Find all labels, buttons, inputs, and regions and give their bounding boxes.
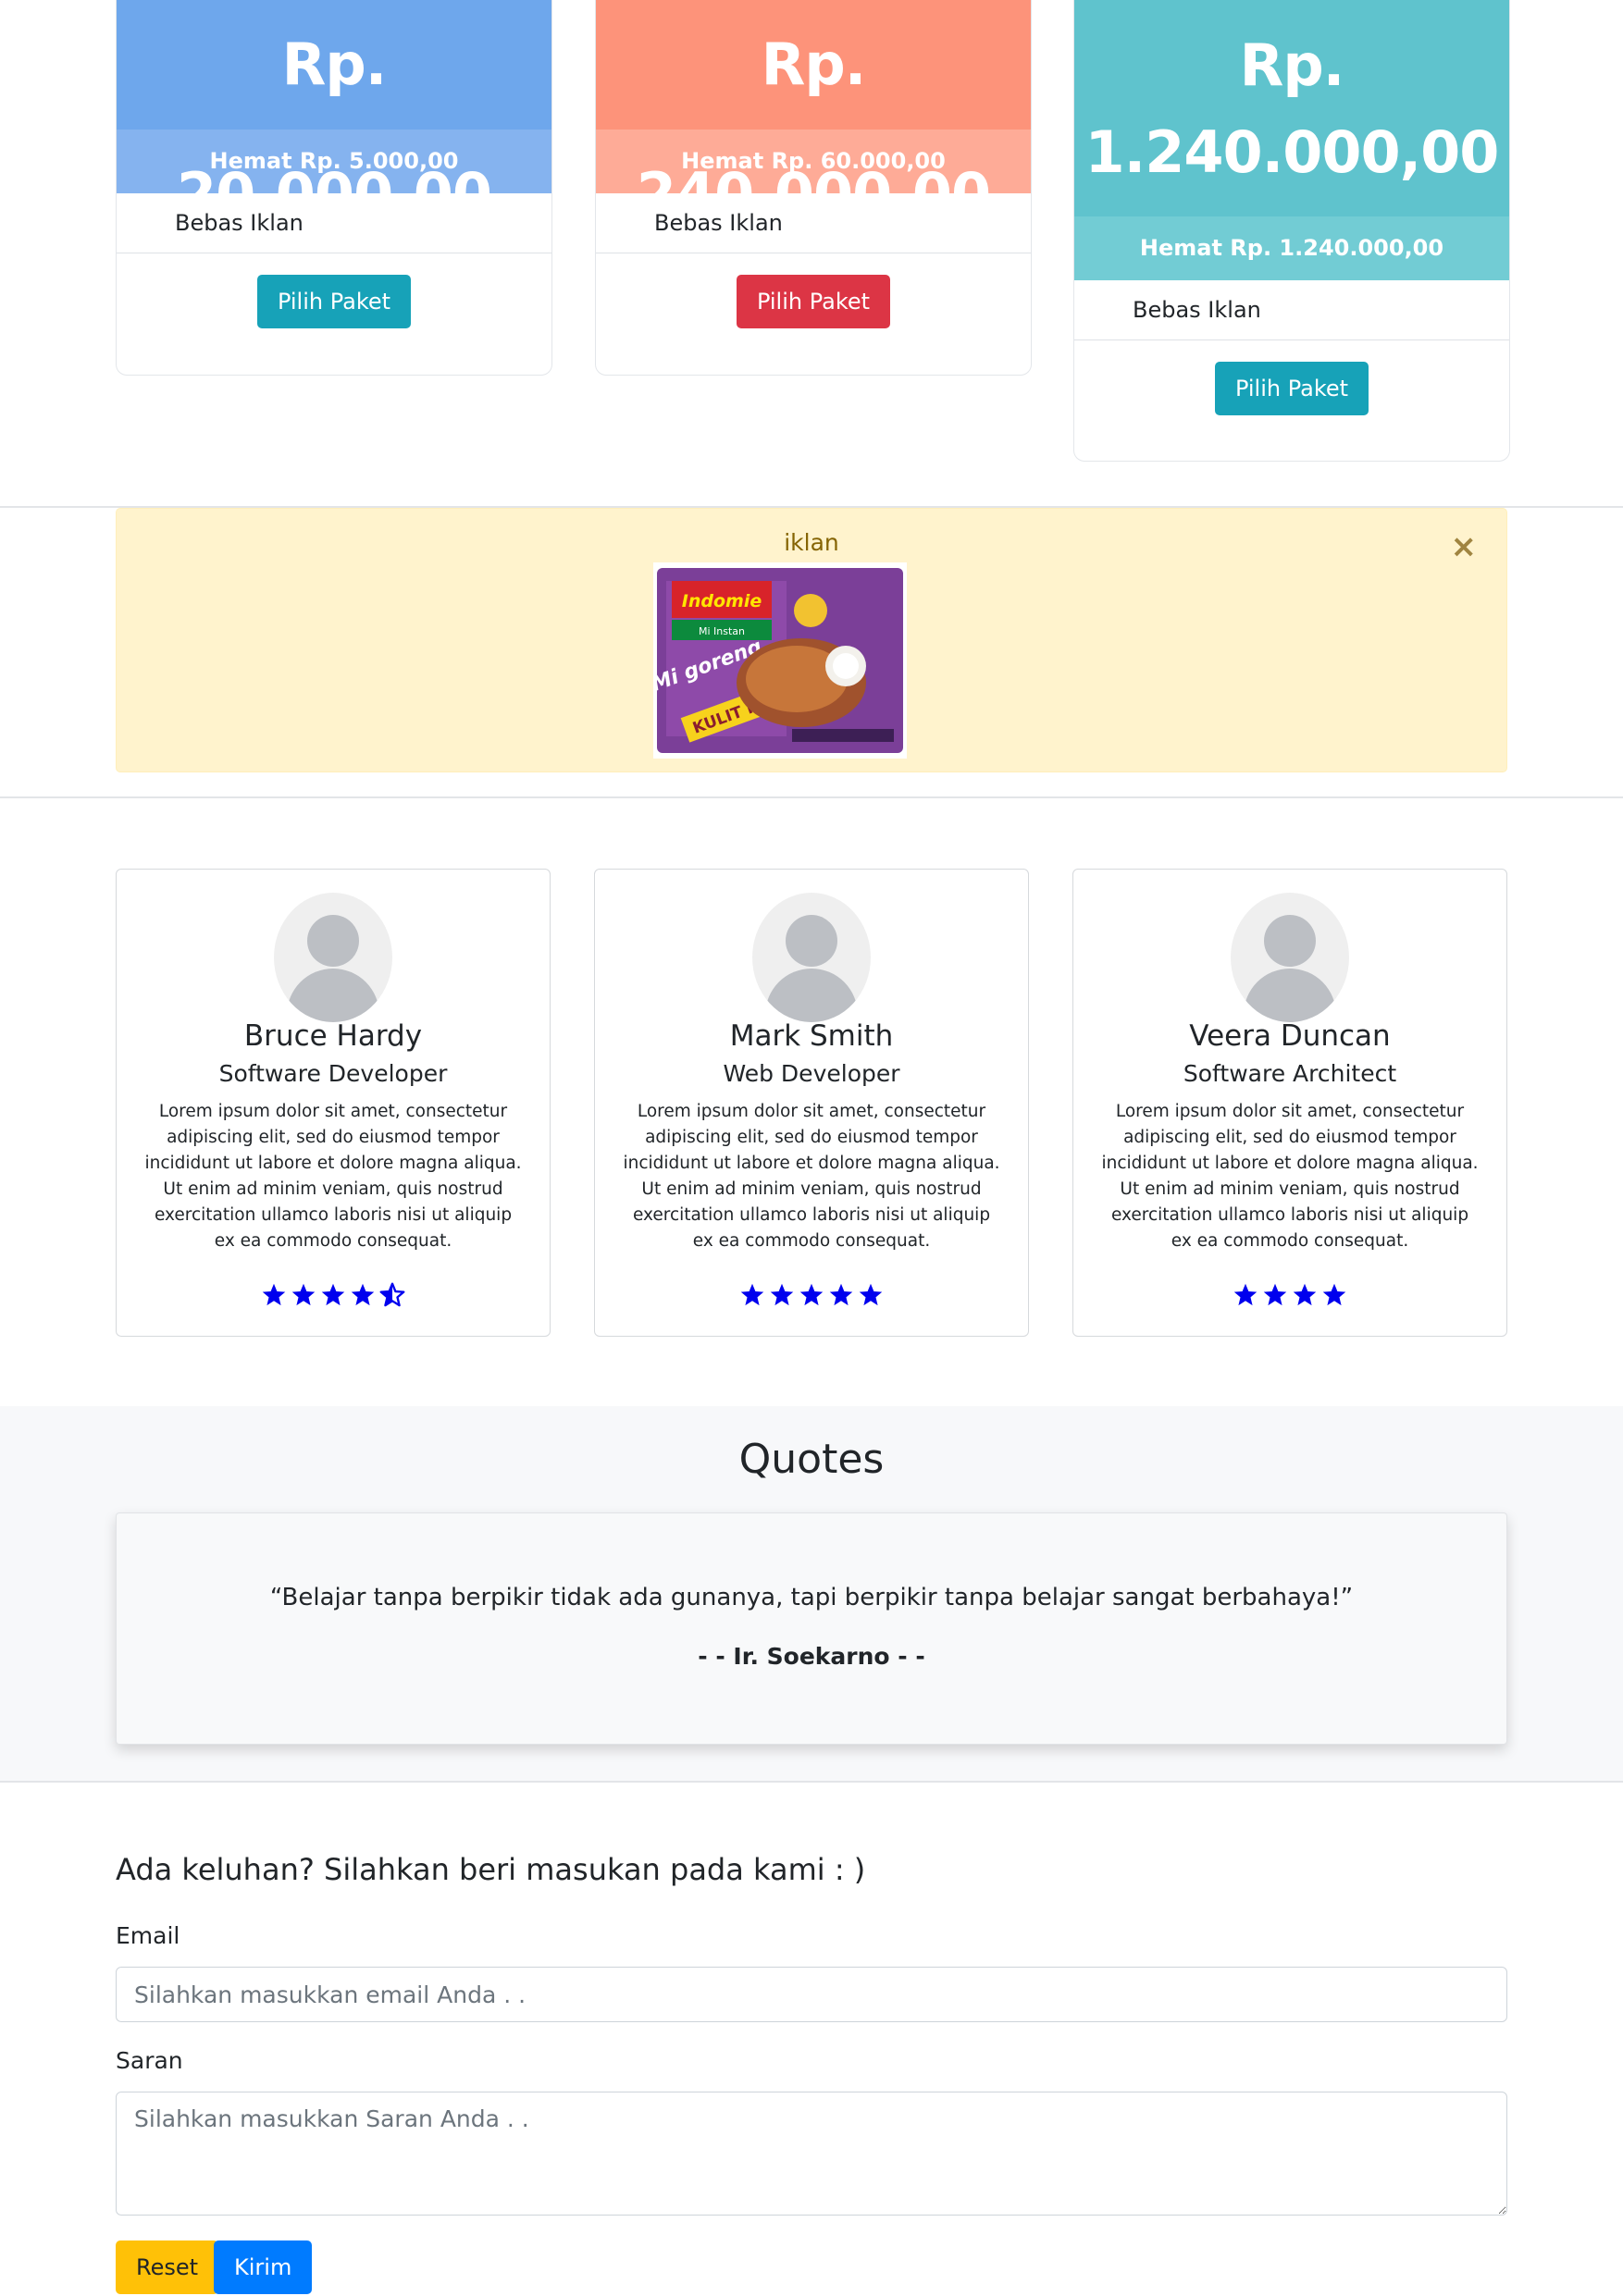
quotes-title: Quotes xyxy=(738,1436,885,1483)
close-icon[interactable]: × xyxy=(1451,531,1478,562)
email-field[interactable] xyxy=(116,1967,1507,2022)
star-icon xyxy=(1263,1283,1287,1306)
avatar xyxy=(1231,893,1349,1022)
plan-price: Rp. 20.000,00 xyxy=(117,0,551,228)
star-icon xyxy=(351,1283,375,1306)
member-role: Software Architect xyxy=(1183,1060,1397,1087)
star-icon xyxy=(1293,1283,1317,1306)
saran-textarea[interactable] xyxy=(116,2092,1507,2216)
plan-price-line1: Rp. xyxy=(1239,31,1345,99)
feedback-form: Ada keluhan? Silahkan beri masukan pada … xyxy=(116,1841,1507,2296)
member-name: Veera Duncan xyxy=(1189,1019,1391,1053)
saran-label: Saran xyxy=(116,2047,183,2074)
ad-sub-text: Mi Instan xyxy=(699,625,745,637)
star-icon xyxy=(829,1283,853,1306)
rating-stars xyxy=(117,1282,550,1308)
member-bio: Lorem ipsum dolor sit amet, consectetur … xyxy=(1101,1102,1479,1251)
section-divider xyxy=(0,1781,1623,1783)
star-half-icon xyxy=(379,1282,405,1307)
quote-text: “Belajar tanpa berpikir tidak ada gunany… xyxy=(269,1584,1354,1611)
quote-card: “Belajar tanpa berpikir tidak ada gunany… xyxy=(116,1512,1507,1745)
member-name: Mark Smith xyxy=(729,1019,894,1053)
pricing-card-2: Rp. 240.000,00 Hemat Rp. 60.000,00 Bebas… xyxy=(595,0,1032,376)
star-icon xyxy=(321,1283,345,1306)
submit-button[interactable]: Kirim xyxy=(214,2240,313,2294)
plan-price-line2: 1.240.000,00 xyxy=(1084,118,1500,186)
avatar xyxy=(752,893,871,1022)
star-icon xyxy=(740,1283,764,1306)
member-role: Web Developer xyxy=(723,1060,900,1087)
plan-price: Rp. 240.000,00 xyxy=(596,0,1031,228)
star-icon xyxy=(1233,1283,1258,1306)
plan-feature: Bebas Iklan xyxy=(1074,280,1509,340)
choose-plan-button[interactable]: Pilih Paket xyxy=(1214,362,1369,415)
pricing-card-3: Rp. 1.240.000,00 Hemat Rp. 1.240.000,00 … xyxy=(1073,0,1510,462)
reset-button[interactable]: Reset xyxy=(116,2240,219,2294)
ad-title: iklan xyxy=(784,529,839,556)
team-card: Mark Smith Web Developer Lorem ipsum dol… xyxy=(594,869,1029,1337)
ad-product-image[interactable]: Indomie Mi Instan Mi goreng KULIT MANGGI… xyxy=(653,562,907,759)
star-icon xyxy=(291,1283,316,1306)
pricing-section: Rp. 20.000,00 Hemat Rp. 5.000,00 Bebas I… xyxy=(116,0,1510,507)
email-label: Email xyxy=(116,1922,180,1949)
choose-plan-button[interactable]: Pilih Paket xyxy=(256,275,412,328)
star-icon xyxy=(262,1283,286,1306)
plan-savings: Hemat Rp. 1.240.000,00 xyxy=(1074,216,1509,280)
ad-banner: iklan × Indomie Mi Instan Mi goreng KULI… xyxy=(116,508,1507,772)
star-icon xyxy=(770,1283,794,1306)
choose-plan-button[interactable]: Pilih Paket xyxy=(736,275,891,328)
member-name: Bruce Hardy xyxy=(243,1019,423,1053)
rating-stars xyxy=(595,1282,1028,1308)
member-bio: Lorem ipsum dolor sit amet, consectetur … xyxy=(623,1102,1000,1251)
pricing-card-1: Rp. 20.000,00 Hemat Rp. 5.000,00 Bebas I… xyxy=(116,0,552,376)
plan-price: Rp. 1.240.000,00 xyxy=(1074,0,1509,216)
star-icon xyxy=(1322,1283,1346,1306)
avatar xyxy=(274,893,392,1022)
ad-brand-text: Indomie xyxy=(682,591,762,611)
section-divider xyxy=(0,796,1623,798)
team-card: Bruce Hardy Software Developer Lorem ips… xyxy=(116,869,551,1337)
member-bio: Lorem ipsum dolor sit amet, consectetur … xyxy=(144,1102,522,1251)
quote-author: - - Ir. Soekarno - - xyxy=(698,1643,925,1670)
team-card: Veera Duncan Software Architect Lorem ip… xyxy=(1072,869,1507,1337)
rating-stars xyxy=(1073,1282,1506,1308)
form-title: Ada keluhan? Silahkan beri masukan pada … xyxy=(116,1852,866,1887)
star-icon xyxy=(859,1283,883,1306)
star-icon xyxy=(799,1283,824,1306)
member-role: Software Developer xyxy=(218,1060,448,1087)
